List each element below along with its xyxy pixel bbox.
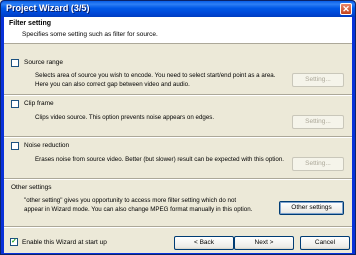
source-range-setting-button[interactable]: Setting... [292, 73, 344, 87]
noise-reduction-desc: Erases noise from source video. Better (… [35, 156, 284, 163]
divider [4, 94, 352, 96]
noise-reduction-label: Noise reduction [24, 142, 70, 149]
divider [4, 136, 352, 138]
other-settings-button[interactable]: Other settings [279, 201, 344, 215]
wizard-window: Project Wizard (3/5) ✕ Filter setting Sp… [0, 0, 356, 255]
other-settings-label: Other settings [11, 184, 52, 191]
cancel-button[interactable]: Cancel [300, 236, 350, 250]
page-subtitle: Specifies some setting such as filter fo… [22, 31, 158, 38]
other-settings-desc-1: "other setting" gives you opportunity to… [24, 197, 237, 204]
clip-frame-checkbox[interactable] [11, 100, 19, 108]
source-range-desc-1: Selects area of source you wish to encod… [35, 72, 276, 79]
window-title: Project Wizard (3/5) [6, 3, 90, 13]
close-button[interactable]: ✕ [340, 3, 352, 15]
noise-reduction-checkbox[interactable] [11, 142, 19, 150]
source-range-label: Source range [24, 59, 64, 66]
source-range-checkbox[interactable] [11, 59, 19, 67]
back-button[interactable]: < Back [174, 236, 234, 250]
clip-frame-desc: Clips video source. This option prevents… [35, 114, 215, 121]
footer-divider [4, 226, 352, 228]
check-icon: ✓ [11, 238, 17, 245]
noise-reduction-setting-button[interactable]: Setting... [292, 157, 344, 171]
page-header: Filter setting Specifies some setting su… [4, 17, 352, 44]
title-bar[interactable]: Project Wizard (3/5) ✕ [1, 1, 355, 17]
other-settings-desc-2: appear in Wizard mode. You can also chan… [24, 206, 253, 213]
close-icon: ✕ [342, 4, 350, 14]
divider [4, 178, 352, 180]
enable-wizard-label: Enable this Wizard at start up [22, 239, 107, 246]
enable-wizard-checkbox[interactable]: ✓ [10, 238, 18, 246]
clip-frame-setting-button[interactable]: Setting... [292, 115, 344, 129]
dialog-body: Filter setting Specifies some setting su… [4, 17, 352, 253]
next-button[interactable]: Next > [234, 236, 294, 250]
clip-frame-label: Clip frame [24, 100, 54, 107]
source-range-desc-2: Here you can also correct gap between vi… [35, 81, 190, 88]
page-title: Filter setting [9, 20, 52, 27]
